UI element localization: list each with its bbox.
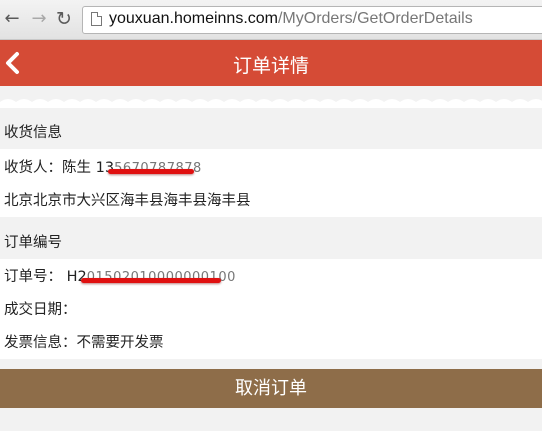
order-section-title: 订单编号 xyxy=(0,227,542,259)
url-text: youxuan.homeinns.com/MyOrders/GetOrderDe… xyxy=(109,10,473,27)
address-row: 北京北京市大兴区海丰县海丰县海丰县 xyxy=(4,193,251,209)
order-no-row: 订单号： H201502010000000100 xyxy=(4,265,236,286)
scallop-edge xyxy=(0,99,542,108)
forward-arrow-icon[interactable]: → xyxy=(29,9,49,29)
order-info-block: 订单号： H201502010000000100 成交日期： 发票信息：不需要开… xyxy=(0,259,542,359)
order-no-label: 订单号： xyxy=(4,269,62,285)
receiver-phone: 135670787878 xyxy=(96,160,202,176)
phone-redaction-mark xyxy=(107,169,194,174)
browser-toolbar: ← → ↻ youxuan.homeinns.com/MyOrders/GetO… xyxy=(0,0,542,40)
page-icon xyxy=(91,12,102,26)
address-bar[interactable]: youxuan.homeinns.com/MyOrders/GetOrderDe… xyxy=(82,6,542,34)
order-no-redaction-mark xyxy=(80,278,221,283)
deal-date-row: 成交日期： xyxy=(4,298,77,319)
shipping-section-title: 收货信息 xyxy=(0,117,542,149)
cancel-order-button[interactable]: 取消订单 xyxy=(0,369,542,408)
order-no-value: H201502010000000100 xyxy=(67,269,236,285)
shipping-info-block: 收货人：陈生 135670787878 北京北京市大兴区海丰县海丰县海丰县 xyxy=(0,149,542,217)
back-arrow-icon[interactable]: ← xyxy=(2,9,22,29)
invoice-label: 发票信息： xyxy=(4,335,77,351)
bottom-spacer xyxy=(0,408,542,431)
reload-icon[interactable]: ↻ xyxy=(54,9,74,29)
invoice-value: 不需要开发票 xyxy=(76,335,164,351)
receiver-row: 收货人：陈生 135670787878 xyxy=(4,156,202,177)
page-title: 订单详情 xyxy=(232,55,309,77)
receiver-name: 陈生 xyxy=(62,160,91,176)
deal-date-label: 成交日期： xyxy=(4,302,77,318)
receiver-label: 收货人： xyxy=(4,160,62,176)
scalloped-divider xyxy=(0,86,542,118)
invoice-row: 发票信息：不需要开发票 xyxy=(4,331,164,352)
app-header: 订单详情 xyxy=(0,40,542,86)
